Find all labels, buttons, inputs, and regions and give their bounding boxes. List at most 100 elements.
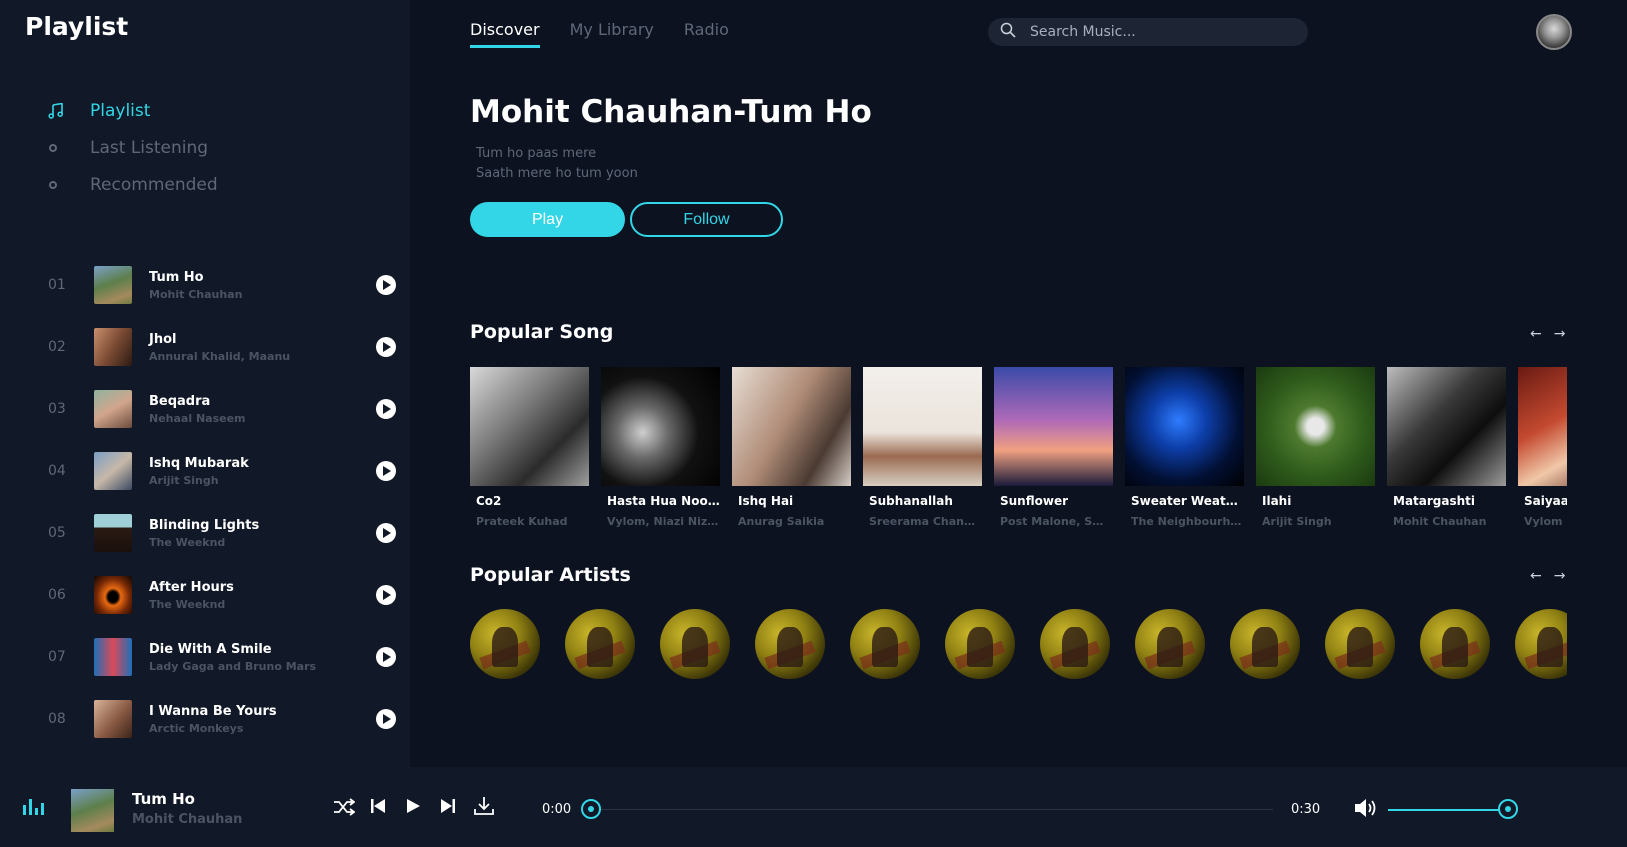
song-card[interactable]: Sunflower Post Malone, Swae Lee bbox=[994, 367, 1113, 537]
artist-avatar[interactable] bbox=[565, 609, 635, 679]
artist-avatar[interactable] bbox=[1135, 609, 1205, 679]
volume-icon[interactable] bbox=[1354, 797, 1380, 823]
song-card[interactable]: Sweater Weather The Neighbourhood bbox=[1125, 367, 1244, 537]
dot-icon bbox=[49, 180, 57, 189]
artist-avatar[interactable] bbox=[755, 609, 825, 679]
track-row[interactable]: 05 Blinding Lights The Weeknd bbox=[48, 502, 396, 564]
song-card[interactable]: Subhanallah Sreerama Chandra bbox=[863, 367, 982, 537]
play-icon[interactable] bbox=[376, 709, 396, 729]
progress-bar[interactable] bbox=[591, 809, 1273, 810]
track-thumbnail bbox=[94, 576, 132, 614]
tab-my-library[interactable]: My Library bbox=[570, 20, 654, 48]
track-row[interactable]: 02 Jhol Annural Khalid, Maanu bbox=[48, 316, 396, 378]
song-artist: Anurag Saikia bbox=[738, 515, 825, 528]
track-number: 03 bbox=[48, 401, 66, 417]
track-thumbnail bbox=[94, 390, 132, 428]
play-icon[interactable] bbox=[376, 523, 396, 543]
artist-avatar[interactable] bbox=[850, 609, 920, 679]
artist-avatar[interactable] bbox=[660, 609, 730, 679]
song-cover bbox=[1125, 367, 1244, 486]
artist-avatar[interactable] bbox=[470, 609, 540, 679]
track-thumbnail bbox=[94, 514, 132, 552]
track-artist: Mohit Chauhan bbox=[149, 287, 243, 301]
play-icon[interactable] bbox=[376, 399, 396, 419]
artist-avatar[interactable] bbox=[1325, 609, 1395, 679]
song-card[interactable]: Saiyaan Vylom bbox=[1518, 367, 1567, 537]
arrow-left-icon[interactable]: ← bbox=[1530, 326, 1542, 342]
track-number: 08 bbox=[48, 711, 66, 727]
play-icon[interactable] bbox=[376, 647, 396, 667]
track-row[interactable]: 07 Die With A Smile Lady Gaga and Bruno M… bbox=[48, 626, 396, 688]
song-card[interactable]: Hasta Hua Noorani Chehra Vylom, Niazi Ni… bbox=[601, 367, 720, 537]
volume-knob[interactable] bbox=[1498, 799, 1518, 819]
song-card[interactable]: Ishq Hai Anurag Saikia bbox=[732, 367, 851, 537]
song-cover bbox=[994, 367, 1113, 486]
arrow-right-icon[interactable]: → bbox=[1554, 568, 1566, 584]
tab-radio[interactable]: Radio bbox=[684, 20, 729, 48]
track-thumbnail bbox=[94, 452, 132, 490]
play-icon[interactable] bbox=[376, 275, 396, 295]
song-card[interactable]: Matargashti Mohit Chauhan bbox=[1387, 367, 1506, 537]
play-icon[interactable] bbox=[376, 461, 396, 481]
artist-avatar[interactable] bbox=[1040, 609, 1110, 679]
song-cover bbox=[601, 367, 720, 486]
download-icon[interactable] bbox=[474, 796, 494, 820]
song-artist: Vylom bbox=[1524, 515, 1563, 528]
artist-avatar[interactable] bbox=[1420, 609, 1490, 679]
track-title: Jhol bbox=[149, 331, 177, 347]
track-row[interactable]: 03 Beqadra Nehaal Naseem bbox=[48, 378, 396, 440]
song-artist: Mohit Chauhan bbox=[1393, 515, 1487, 528]
track-artist: Annural Khalid, Maanu bbox=[149, 349, 291, 363]
sidebar-item-recommended[interactable]: Recommended bbox=[48, 166, 218, 203]
next-icon[interactable] bbox=[441, 798, 455, 818]
song-artist: The Neighbourhood bbox=[1131, 515, 1244, 528]
artist-avatar[interactable] bbox=[1515, 609, 1567, 679]
track-artist: The Weeknd bbox=[149, 535, 226, 549]
track-title: After Hours bbox=[149, 579, 234, 595]
track-title: Die With A Smile bbox=[149, 641, 272, 657]
track-number: 06 bbox=[48, 587, 66, 603]
search-input[interactable] bbox=[1030, 24, 1280, 40]
track-artist: Arijit Singh bbox=[149, 473, 219, 487]
artist-avatar[interactable] bbox=[1230, 609, 1300, 679]
track-artist: The Weeknd bbox=[149, 597, 226, 611]
play-button[interactable]: Play bbox=[470, 202, 625, 237]
play-icon[interactable] bbox=[376, 585, 396, 605]
shuffle-icon[interactable] bbox=[333, 798, 356, 820]
previous-icon[interactable] bbox=[371, 798, 385, 818]
track-row[interactable]: 08 I Wanna Be Yours Arctic Monkeys bbox=[48, 688, 396, 750]
progress-knob[interactable] bbox=[581, 799, 601, 819]
user-avatar[interactable] bbox=[1536, 14, 1572, 50]
current-time: 0:00 bbox=[542, 802, 572, 817]
tab-discover[interactable]: Discover bbox=[470, 20, 540, 48]
song-artist: Sreerama Chandra bbox=[869, 515, 982, 528]
song-title: Hasta Hua Noorani Chehra bbox=[607, 494, 720, 508]
sidebar-item-last-listening[interactable]: Last Listening bbox=[48, 129, 218, 166]
popular-song-title: Popular Song bbox=[470, 321, 614, 343]
popular-song-list: Co2 Prateek Kuhad Hasta Hua Noorani Cheh… bbox=[470, 367, 1567, 537]
play-pause-icon[interactable] bbox=[406, 798, 420, 818]
arrow-right-icon[interactable]: → bbox=[1554, 326, 1566, 342]
artist-avatar[interactable] bbox=[945, 609, 1015, 679]
track-row[interactable]: 01 Tum Ho Mohit Chauhan bbox=[48, 254, 396, 316]
track-row[interactable]: 06 After Hours The Weeknd bbox=[48, 564, 396, 626]
song-cover bbox=[1387, 367, 1506, 486]
track-title: Tum Ho bbox=[149, 269, 204, 285]
song-artist: Vylom, Niazi Nizami bbox=[607, 515, 720, 528]
follow-button[interactable]: Follow bbox=[630, 202, 783, 237]
track-number: 05 bbox=[48, 525, 66, 541]
song-title: Matargashti bbox=[1393, 494, 1476, 508]
sidebar-item-playlist[interactable]: Playlist bbox=[48, 92, 218, 129]
track-thumbnail bbox=[94, 328, 132, 366]
song-card[interactable]: Ilahi Arijit Singh bbox=[1256, 367, 1375, 537]
track-number: 07 bbox=[48, 649, 66, 665]
song-artist: Prateek Kuhad bbox=[476, 515, 568, 528]
brand-title: Playlist bbox=[25, 12, 129, 41]
track-title: Blinding Lights bbox=[149, 517, 260, 533]
arrow-left-icon[interactable]: ← bbox=[1530, 568, 1542, 584]
volume-slider[interactable] bbox=[1388, 809, 1508, 811]
track-row[interactable]: 04 Ishq Mubarak Arijit Singh bbox=[48, 440, 396, 502]
song-card[interactable]: Co2 Prateek Kuhad bbox=[470, 367, 589, 537]
song-cover bbox=[470, 367, 589, 486]
play-icon[interactable] bbox=[376, 337, 396, 357]
